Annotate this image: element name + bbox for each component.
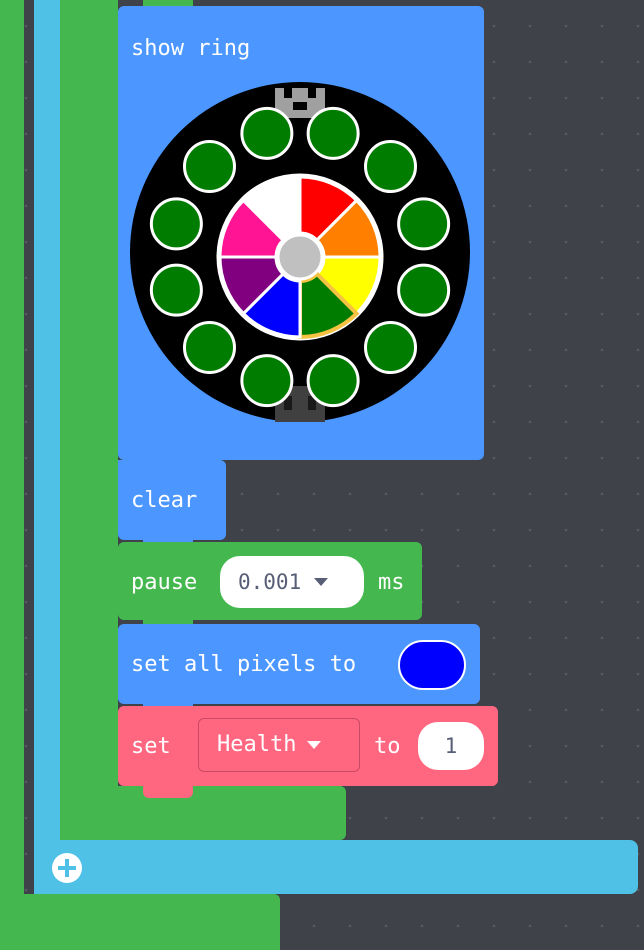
- outer-led-6[interactable]: [397, 263, 451, 317]
- inner-loop-block[interactable]: [60, 0, 118, 840]
- outer-led-8[interactable]: [306, 354, 360, 408]
- outer-led-11[interactable]: [149, 263, 203, 317]
- outer-led-9[interactable]: [240, 354, 294, 408]
- light-blue-loop-bottom-arm[interactable]: [34, 840, 638, 894]
- variable-value: 1: [444, 734, 458, 758]
- pause-label: pause: [131, 570, 198, 595]
- outer-led-10[interactable]: [182, 321, 236, 375]
- to-label: to: [374, 734, 401, 759]
- set-variable-connector: [143, 786, 193, 798]
- inner-loop-bottom-arm[interactable]: [60, 786, 346, 840]
- pause-block[interactable]: pause 0.001 ms: [118, 542, 422, 630]
- plus-circle-icon: [52, 853, 82, 883]
- clear-label: clear: [131, 488, 198, 513]
- show-ring-block[interactable]: show ring: [118, 6, 484, 470]
- outer-led-2[interactable]: [240, 106, 294, 160]
- set-label: set: [131, 734, 171, 759]
- pause-duration-value: 0.001: [238, 570, 302, 594]
- variable-value-input[interactable]: 1: [418, 722, 484, 770]
- outer-led-7[interactable]: [364, 321, 418, 375]
- caret-down-icon: [307, 741, 322, 749]
- ring-center: [276, 233, 324, 281]
- outer-loop-bottom-arm[interactable]: [0, 894, 280, 950]
- pause-duration-dropdown[interactable]: 0.001: [220, 556, 364, 608]
- ring-editor[interactable]: [118, 6, 484, 460]
- outer-led-4[interactable]: [364, 139, 418, 193]
- clear-block[interactable]: clear: [118, 460, 226, 550]
- outer-led-1[interactable]: [182, 139, 236, 193]
- set-all-pixels-label: set all pixels to: [131, 652, 357, 677]
- variable-name: Health: [217, 732, 297, 757]
- outer-loop-block[interactable]: [0, 0, 24, 950]
- caret-down-icon: [314, 578, 329, 586]
- add-block-button[interactable]: [49, 850, 85, 886]
- pixel-color-swatch[interactable]: [398, 640, 466, 690]
- outer-led-12[interactable]: [149, 197, 203, 251]
- outer-led-5[interactable]: [397, 197, 451, 251]
- outer-led-3[interactable]: [306, 106, 360, 160]
- variable-dropdown[interactable]: Health: [198, 718, 360, 772]
- set-variable-block[interactable]: set Health to 1: [118, 706, 498, 798]
- pause-unit-label: ms: [378, 570, 405, 595]
- light-blue-loop-block[interactable]: [34, 0, 60, 894]
- set-all-pixels-block[interactable]: set all pixels to: [118, 624, 480, 714]
